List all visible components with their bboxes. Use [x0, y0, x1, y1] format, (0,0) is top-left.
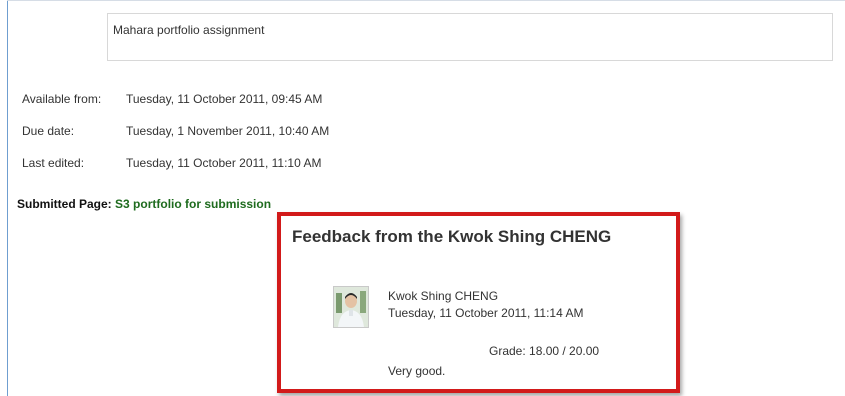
feedback-title: Feedback from the Kwok Shing CHENG [292, 227, 612, 246]
available-from-label: Available from: [22, 92, 102, 106]
feedback-author: Kwok Shing CHENG [388, 289, 499, 303]
user-photo-icon [334, 287, 368, 327]
submitted-page-label: Submitted Page: [17, 197, 112, 211]
feedback-date: Tuesday, 11 October 2011, 11:14 AM [388, 306, 584, 320]
feedback-grade: Grade: 18.00 / 20.00 [489, 344, 600, 358]
assignment-description: Mahara portfolio assignment [113, 23, 265, 37]
submitted-page-line: Submitted Page: S3 portfolio for submiss… [17, 197, 271, 211]
available-from-value: Tuesday, 11 October 2011, 09:45 AM [126, 92, 323, 106]
due-date-value: Tuesday, 1 November 2011, 10:40 AM [126, 124, 330, 138]
content-frame-left-border [7, 0, 8, 396]
content-frame-top-border [7, 0, 845, 1]
due-date-label: Due date: [22, 124, 75, 138]
feedback-highlight-box: Feedback from the Kwok Shing CHENG Kwok … [277, 212, 680, 393]
last-edited-value: Tuesday, 11 October 2011, 11:10 AM [126, 156, 322, 170]
avatar [333, 286, 369, 328]
submitted-page-link[interactable]: S3 portfolio for submission [115, 197, 271, 211]
assignment-description-box: Mahara portfolio assignment [107, 13, 833, 61]
feedback-comment: Very good. [388, 364, 446, 378]
last-edited-label: Last edited: [22, 156, 85, 170]
